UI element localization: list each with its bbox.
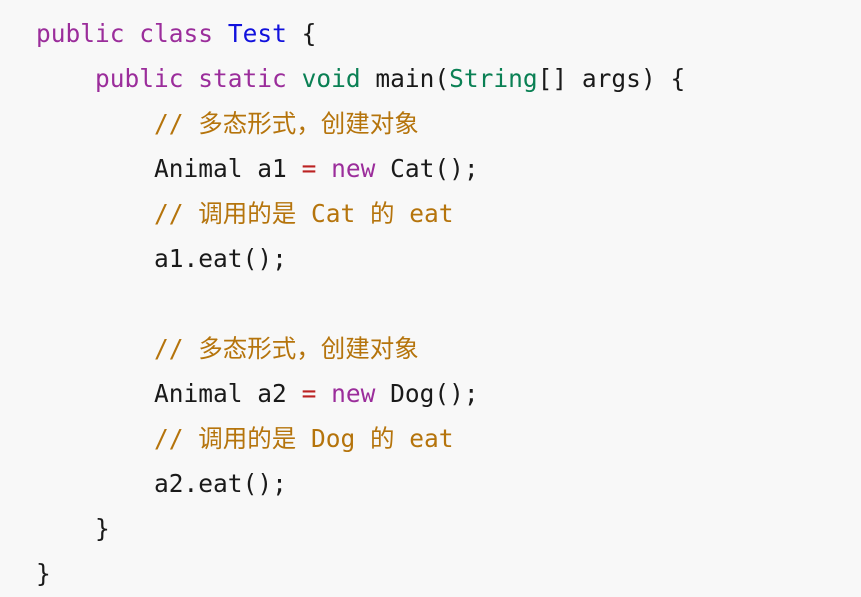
code-token-punct: { (301, 19, 317, 48)
code-token-builtin: void (301, 64, 361, 93)
code-line[interactable]: // 多态形式，创建对象 (36, 101, 861, 146)
code-token-comment: 多态形式，创建对象 (198, 109, 419, 138)
code-line[interactable]: // 多态形式，创建对象 (36, 326, 861, 371)
code-token-punct: ) (640, 64, 671, 93)
code-line[interactable]: } (36, 506, 861, 551)
code-line[interactable]: a1.eat(); (36, 236, 861, 281)
code-token-comment: eat (394, 199, 454, 228)
code-token-punct: { (670, 64, 686, 93)
code-token-plain: a2 (154, 469, 184, 498)
code-token-keyword: new (331, 379, 376, 408)
code-token-keyword: class (139, 19, 214, 48)
code-token-plain: Animal (154, 379, 243, 408)
code-token-comment: 的 (370, 424, 395, 453)
code-token-operator: = (301, 154, 317, 183)
code-token-plain: Animal (154, 154, 243, 183)
code-token-plain: main (375, 64, 435, 93)
code-token-plain: eat (198, 469, 243, 498)
code-token-punct: (); (434, 154, 479, 183)
code-line[interactable]: Animal a1 = new Cat(); (36, 146, 861, 191)
code-token-comment: 的 (370, 199, 395, 228)
code-token-punct: (); (242, 469, 287, 498)
code-token-comment: // (154, 334, 199, 363)
code-line[interactable]: public class Test { (36, 11, 861, 56)
code-token-plain: args (581, 64, 641, 93)
code-token-comment: // (154, 199, 199, 228)
code-line[interactable]: // 调用的是 Cat 的 eat (36, 191, 861, 236)
code-token-punct: . (183, 244, 199, 273)
code-line[interactable]: Animal a2 = new Dog(); (36, 371, 861, 416)
code-token-plain: eat (198, 244, 243, 273)
code-line[interactable]: public static void main(String[] args) { (36, 56, 861, 101)
code-token-keyword: new (331, 154, 376, 183)
code-token-comment: 多态形式，创建对象 (198, 334, 419, 363)
code-line[interactable]: a2.eat(); (36, 461, 861, 506)
code-token-plain: Dog (390, 379, 435, 408)
code-line[interactable]: // 调用的是 Dog 的 eat (36, 416, 861, 461)
code-line-blank[interactable] (36, 281, 861, 326)
code-token-comment: // (154, 424, 199, 453)
code-token-plain: Cat (390, 154, 435, 183)
code-token-plain: a1 (154, 244, 184, 273)
code-token-builtin: String (449, 64, 538, 93)
code-token-keyword: public (95, 64, 184, 93)
code-token-keyword: static (198, 64, 287, 93)
code-token-punct: } (95, 514, 110, 543)
code-token-comment: eat (394, 424, 454, 453)
code-line[interactable]: } (36, 551, 861, 596)
code-token-plain: a2 (257, 379, 287, 408)
code-token-operator: = (301, 379, 317, 408)
code-token-punct: } (36, 559, 51, 588)
code-token-punct: . (183, 469, 199, 498)
code-token-punct: (); (242, 244, 287, 273)
code-token-comment: Dog (296, 424, 371, 453)
code-token-comment: 调用的是 (198, 199, 297, 228)
code-block[interactable]: public class Test { public static void m… (0, 0, 861, 597)
code-token-type: Test (227, 19, 287, 48)
code-token-punct: (); (434, 379, 479, 408)
code-token-comment: 调用的是 (198, 424, 297, 453)
code-token-punct: [] (537, 64, 582, 93)
code-token-plain: a1 (257, 154, 287, 183)
code-token-punct: ( (434, 64, 450, 93)
code-token-keyword: public (36, 19, 125, 48)
code-token-comment: // (154, 109, 199, 138)
code-token-comment: Cat (296, 199, 371, 228)
